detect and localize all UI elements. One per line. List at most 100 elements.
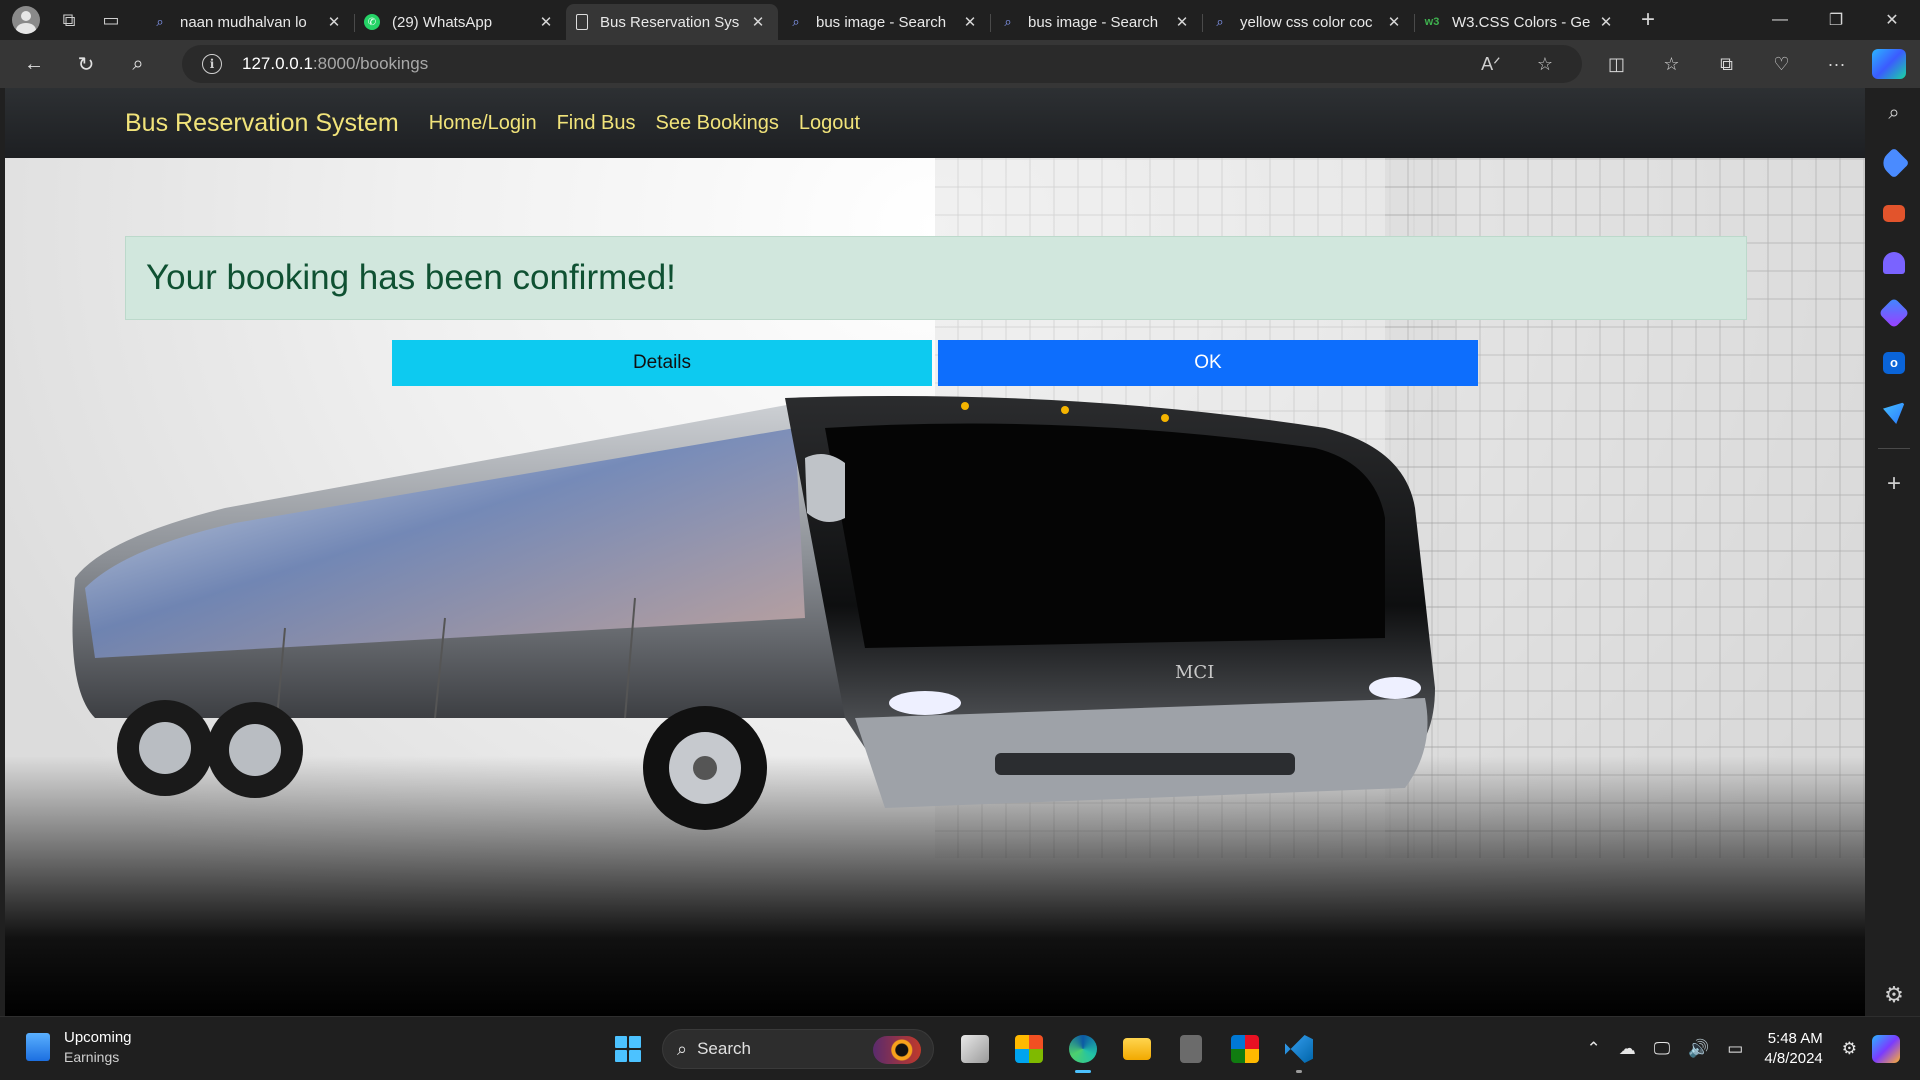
microsoft-store-icon[interactable] (1002, 1027, 1056, 1071)
favorites-icon[interactable]: ☆ (1644, 54, 1699, 75)
tab-bus-reservation[interactable]: Bus Reservation Sys ✕ (566, 4, 778, 40)
address-bar-actions: Aᐟ ☆ (1464, 45, 1572, 83)
tab-list: ⌕ naan mudhalvan lo ✕ ✆ (29) WhatsApp ✕ … (142, 0, 1626, 40)
ok-button[interactable]: OK (938, 340, 1478, 386)
url-host: 127.0.0.1 (242, 54, 313, 73)
vscode-icon[interactable] (1272, 1027, 1326, 1073)
weather-widget[interactable]: Upcoming Earnings (26, 1029, 132, 1065)
whatsapp-icon: ✆ (364, 14, 380, 30)
show-hidden-icons-chevron-icon[interactable]: ⌃ (1586, 1039, 1600, 1059)
close-tab-icon[interactable]: ✕ (536, 13, 556, 31)
close-tab-icon[interactable]: ✕ (960, 13, 980, 31)
refresh-icon[interactable]: ↻ (60, 44, 112, 84)
sidebar-divider (1878, 448, 1910, 449)
taskbar-apps: ⌕ Search (606, 1027, 1326, 1073)
calculator-icon[interactable] (1164, 1027, 1218, 1071)
bus-image: MCI (72, 396, 1435, 830)
browser-essentials-icon[interactable]: ♡ (1754, 54, 1809, 75)
workspaces-icon[interactable]: ⧉ (48, 0, 90, 40)
tab-bus-image-search-1[interactable]: ⌕ bus image - Search ✕ (778, 4, 990, 40)
profile-avatar[interactable] (12, 6, 40, 34)
microsoft-365-icon[interactable] (1868, 288, 1920, 338)
split-screen-icon[interactable]: ◫ (1589, 54, 1644, 75)
search-icon[interactable]: ⌕ (112, 44, 164, 84)
more-menu-icon[interactable]: ··· (1809, 54, 1864, 75)
search-icon: ⌕ (792, 14, 800, 29)
collections-icon[interactable]: ⧉ (1699, 54, 1754, 75)
battery-icon[interactable]: ▭ (1727, 1039, 1743, 1059)
close-tab-icon[interactable]: ✕ (1596, 13, 1616, 31)
nav-logout[interactable]: Logout (799, 112, 860, 135)
sidebar-search-icon[interactable]: ⌕ (1868, 88, 1920, 138)
window-controls: — ❐ ✕ (1752, 0, 1920, 40)
tab-bus-image-search-2[interactable]: ⌕ bus image - Search ✕ (990, 4, 1202, 40)
sidebar-settings-gear-icon[interactable]: ⚙ (1884, 982, 1904, 1008)
page-viewport: Bus Reservation System Home/Login Find B… (5, 88, 1865, 1016)
colorful-app-icon[interactable] (1218, 1027, 1272, 1071)
close-tab-icon[interactable]: ✕ (1172, 13, 1192, 31)
shopping-tag-icon[interactable] (1868, 138, 1920, 188)
widget-subtitle: Earnings (64, 1049, 120, 1065)
browser-toolbar: ← ↻ ⌕ i 127.0.0.1:8000/bookings Aᐟ ☆ ◫ ☆… (0, 40, 1920, 88)
details-button[interactable]: Details (392, 340, 932, 386)
tab-w3css-colors[interactable]: w3 W3.CSS Colors - Ge ✕ (1414, 4, 1626, 40)
windows-logo-icon (615, 1036, 641, 1062)
back-icon[interactable]: ← (8, 44, 60, 84)
close-tab-icon[interactable]: ✕ (748, 13, 768, 31)
search-placeholder: Search (697, 1039, 751, 1058)
tools-briefcase-icon[interactable] (1868, 188, 1920, 238)
outlook-icon[interactable]: o (1868, 338, 1920, 388)
edge-sidebar: ⌕ o + ⚙ (1868, 88, 1920, 1016)
site-brand[interactable]: Bus Reservation System (125, 109, 399, 138)
copilot-icon[interactable] (1872, 49, 1906, 79)
games-chess-icon[interactable] (1868, 238, 1920, 288)
close-window-icon[interactable]: ✕ (1864, 0, 1920, 40)
read-aloud-icon[interactable]: Aᐟ (1464, 54, 1518, 75)
clock-date: 4/8/2024 (1764, 1050, 1823, 1067)
w3-icon: w3 (1424, 16, 1440, 28)
onedrive-cloud-icon[interactable]: ☁ (1619, 1039, 1636, 1059)
minimize-icon[interactable]: — (1752, 0, 1808, 40)
stocks-icon (26, 1033, 50, 1061)
close-tab-icon[interactable]: ✕ (1384, 13, 1404, 31)
task-view-icon[interactable] (948, 1027, 1002, 1071)
page-icon (576, 14, 588, 30)
close-tab-icon[interactable]: ✕ (324, 13, 344, 31)
url-path: :8000/bookings (312, 54, 429, 73)
hero-background: MCI Your booking has been confirmed! Det… (5, 158, 1865, 1016)
nav-see-bookings[interactable]: See Bookings (656, 112, 779, 135)
edge-browser-icon[interactable] (1056, 1027, 1110, 1073)
bus-badge: MCI (1175, 662, 1214, 683)
alert-message: Your booking has been confirmed! (146, 258, 676, 297)
notification-bell-icon[interactable]: ⚙ (1842, 1039, 1857, 1059)
vertical-tabs-icon[interactable]: ▭ (90, 0, 132, 40)
tab-whatsapp[interactable]: ✆ (29) WhatsApp ✕ (354, 4, 566, 40)
clock[interactable]: 5:48 AM 4/8/2024 (1764, 1029, 1822, 1069)
address-bar[interactable]: i 127.0.0.1:8000/bookings Aᐟ ☆ (182, 45, 1582, 83)
restore-icon[interactable]: ❐ (1808, 0, 1864, 40)
start-button[interactable] (606, 1027, 650, 1071)
favorite-star-icon[interactable]: ☆ (1518, 54, 1572, 75)
add-sidebar-app-icon[interactable]: + (1868, 459, 1920, 509)
file-explorer-icon[interactable] (1110, 1027, 1164, 1071)
site-info-icon[interactable]: i (202, 54, 222, 74)
volume-icon[interactable]: 🔊 (1688, 1039, 1709, 1059)
nav-home-login[interactable]: Home/Login (429, 112, 537, 135)
search-icon: ⌕ (1216, 14, 1224, 29)
search-icon: ⌕ (1004, 14, 1012, 29)
windows-taskbar: Upcoming Earnings ⌕ Search ⌃ ☁ 🖵 🔊 ▭ 5:4… (0, 1016, 1920, 1080)
toolbar-actions: ◫ ☆ ⧉ ♡ ··· (1589, 40, 1920, 88)
send-drop-icon[interactable] (1868, 388, 1920, 438)
taskbar-search[interactable]: ⌕ Search (662, 1029, 934, 1069)
clock-time: 5:48 AM (1767, 1030, 1823, 1047)
search-highlight-icon (873, 1036, 921, 1064)
search-icon: ⌕ (677, 1038, 688, 1059)
system-tray: ⌃ ☁ 🖵 🔊 ▭ 5:48 AM 4/8/2024 ⚙ (1577, 1027, 1900, 1071)
new-tab-button[interactable]: + (1626, 2, 1670, 38)
tab-yellow-css-color[interactable]: ⌕ yellow css color coc ✕ (1202, 4, 1414, 40)
site-navbar: Bus Reservation System Home/Login Find B… (5, 88, 1865, 158)
copilot-taskbar-icon[interactable] (1872, 1035, 1900, 1063)
nav-find-bus[interactable]: Find Bus (557, 112, 636, 135)
tab-naan-mudhalvan[interactable]: ⌕ naan mudhalvan lo ✕ (142, 4, 354, 40)
network-icon[interactable]: 🖵 (1654, 1039, 1670, 1059)
